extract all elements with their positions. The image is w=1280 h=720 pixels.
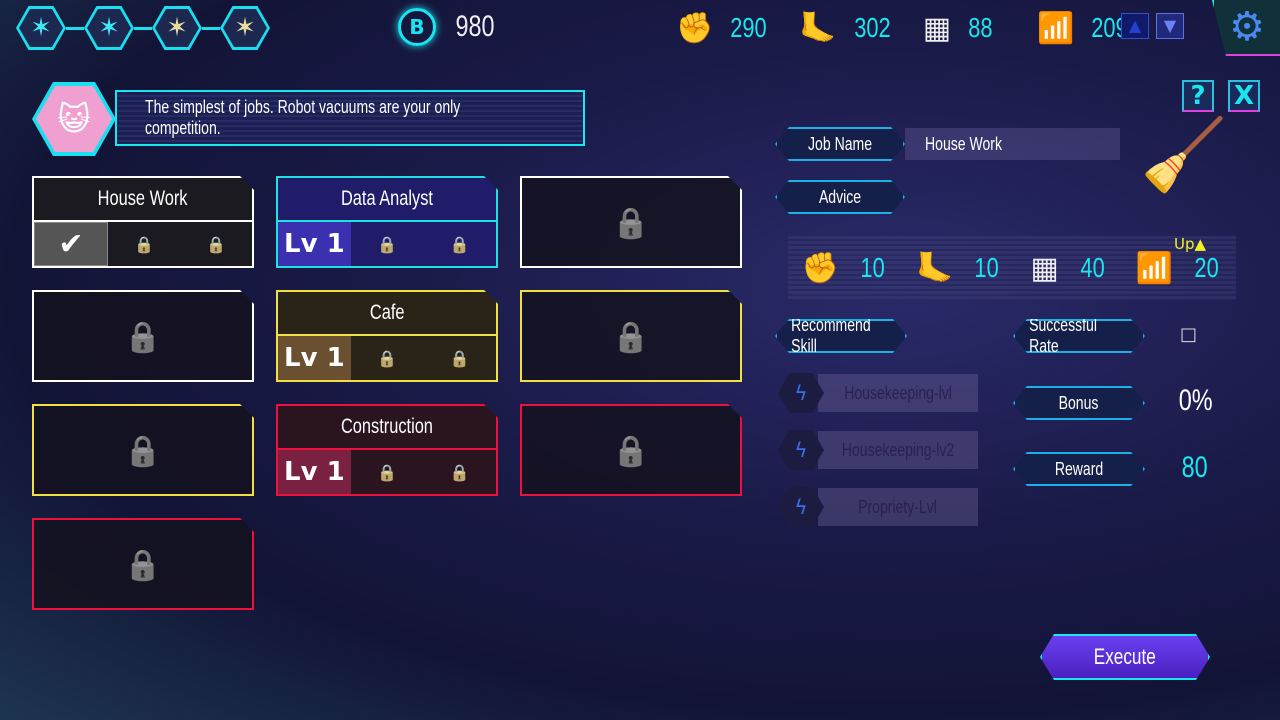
currency-icon: B (398, 8, 436, 46)
scroll-down-button[interactable]: ▼ (1156, 13, 1184, 39)
lock-icon: 🔒 (612, 320, 650, 355)
rank-star-icon: ✶ (16, 6, 66, 50)
job-card-locked[interactable]: 🔒 (32, 290, 254, 382)
lock-icon: 🔒 (377, 234, 397, 254)
job-title: House Work (98, 187, 188, 210)
skill-name: Housekeeping-lv2 (841, 439, 955, 460)
job-title: Cafe (369, 301, 405, 324)
lock-icon: 🔒 (449, 234, 470, 254)
skill-item[interactable]: ϟ Housekeeping-lv2 (778, 430, 978, 470)
job-level: Lv 1 (278, 450, 351, 494)
job-card[interactable]: Cafe Lv 1 🔒 🔒 (276, 290, 498, 382)
job-card-locked[interactable]: 🔒 (520, 290, 742, 382)
success-rate-value: □ (1180, 324, 1198, 345)
character-avatar: 😺 (32, 82, 116, 156)
skill-name: Propriety-Lvl (858, 496, 938, 517)
job-card-locked[interactable]: 🔒 (520, 176, 742, 268)
job-card-locked[interactable]: 🔒 (32, 404, 254, 496)
job-title: Construction (341, 415, 433, 438)
star-connector (66, 27, 84, 30)
success-rate-label: Successful Rate (1013, 319, 1145, 353)
lock-icon: 🔒 (206, 234, 226, 254)
up-indicator: Up▲ (1174, 235, 1207, 253)
requirement-value: 40 (1080, 252, 1105, 283)
lock-icon: 🔒 (124, 548, 162, 583)
skill-item[interactable]: ϟ Propriety-Lvl (778, 487, 978, 527)
dialog-text: The simplest of jobs. Robot vacuums are … (145, 97, 461, 138)
currency-value: 980 (455, 10, 495, 43)
rank-star-icon: ✶ (220, 6, 270, 50)
stat-value: 290 (730, 12, 768, 43)
stat-value: 88 (968, 12, 993, 43)
job-card[interactable]: Construction Lv 1 🔒 🔒 (276, 404, 498, 496)
currency-display: B 980 (398, 8, 500, 46)
job-card-locked[interactable]: 🔒 (520, 404, 742, 496)
lock-icon: 🔒 (612, 206, 650, 241)
help-button[interactable]: ? (1182, 80, 1214, 112)
job-requirements: ✊ 10 🦶 10 ▦ 40 📶 20 (788, 236, 1236, 300)
lock-icon: 🔒 (124, 434, 162, 469)
job-level: Lv 1 (278, 336, 351, 380)
job-card[interactable]: Data Analyst Lv 1 🔒 🔒 (276, 176, 498, 268)
dialog-box: The simplest of jobs. Robot vacuums are … (115, 90, 585, 146)
job-level: Lv 1 (278, 222, 351, 266)
bonus-value: 0% (1178, 384, 1213, 417)
skill-item[interactable]: ϟ Housekeeping-lvl (778, 373, 978, 413)
requirement-value: 20 (1194, 252, 1219, 283)
fist-icon: ✊ (676, 10, 714, 46)
rank-stars: ✶ ✶ ✶ ✶ (16, 6, 276, 52)
lock-icon: 🔒 (377, 348, 397, 368)
lock-icon: 🔒 (134, 234, 154, 254)
star-connector (134, 27, 152, 30)
chart-up-icon: 📶 (1135, 250, 1173, 286)
lock-icon: 🔒 (449, 462, 470, 482)
lock-icon: 🔒 (377, 462, 397, 482)
bonus-label: Bonus (1013, 386, 1145, 420)
close-button[interactable]: X (1228, 80, 1260, 112)
job-name-label: Job Name (775, 127, 905, 161)
fist-icon: ✊ (801, 250, 840, 286)
stats-bar: ✊ 290 🦶 302 ▦ 88 📶 209 (676, 6, 1150, 50)
vacuum-icon: 🧹 (1140, 114, 1228, 196)
calculator-icon: ▦ (1030, 250, 1059, 286)
calculator-icon: ▦ (922, 10, 952, 46)
chart-up-icon: 📶 (1037, 10, 1075, 46)
job-title: Data Analyst (341, 187, 433, 210)
job-name-field: House Work (905, 128, 1120, 160)
check-icon: ✔ (34, 222, 108, 266)
reward-label: Reward (1013, 452, 1145, 486)
foot-icon: 🦶 (916, 250, 954, 286)
gear-icon: ⚙ (1229, 4, 1265, 50)
execute-button[interactable]: Execute (1040, 634, 1210, 680)
job-card[interactable]: House Work ✔ 🔒 🔒 (32, 176, 254, 268)
settings-button[interactable]: ⚙ (1212, 0, 1280, 56)
foot-icon: 🦶 (799, 10, 837, 46)
stat-value: 302 (853, 12, 891, 43)
lock-icon: 🔒 (124, 320, 162, 355)
requirement-value: 10 (860, 252, 885, 283)
skill-name: Housekeeping-lvl (844, 382, 952, 403)
lock-icon: 🔒 (449, 348, 470, 368)
rank-star-icon: ✶ (152, 6, 202, 50)
rank-star-icon: ✶ (84, 6, 134, 50)
advice-button[interactable]: Advice (775, 180, 905, 214)
lock-icon: 🔒 (612, 434, 650, 469)
star-connector (202, 27, 220, 30)
recommend-skill-label: Recommend Skill (775, 319, 907, 353)
scroll-up-button[interactable]: ▲ (1121, 13, 1149, 39)
job-card-locked[interactable]: 🔒 (32, 518, 254, 610)
requirement-value: 10 (974, 252, 1000, 283)
reward-value: 80 (1181, 451, 1208, 484)
